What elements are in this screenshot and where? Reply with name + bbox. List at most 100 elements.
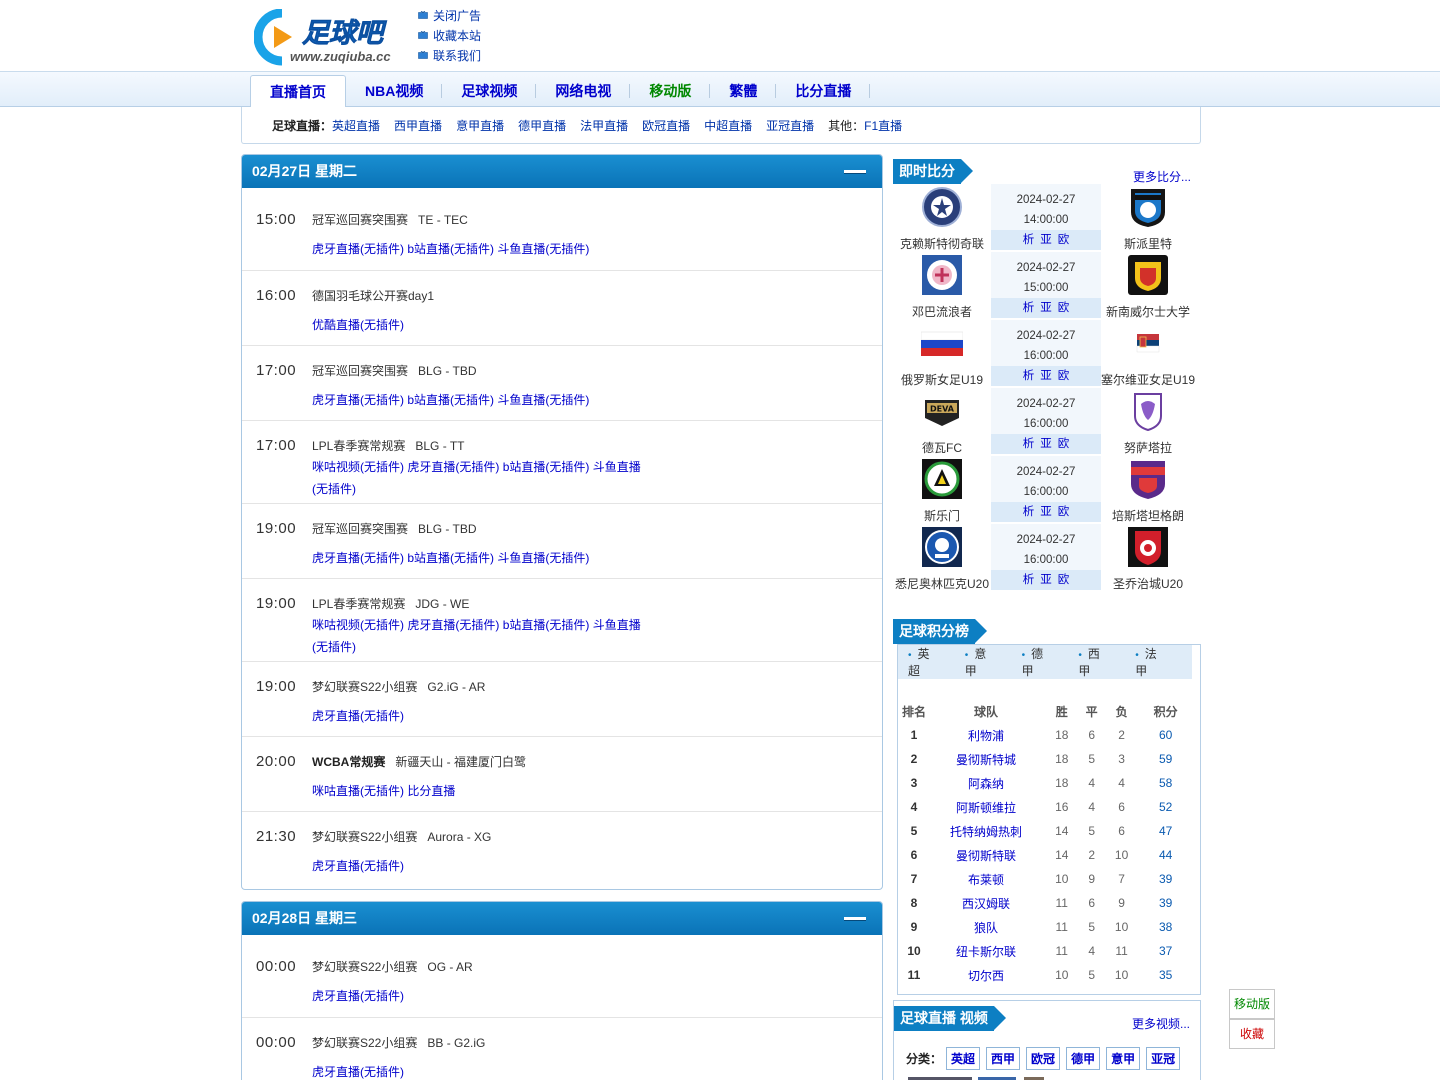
- asia-odds-link[interactable]: 亚: [1040, 370, 1058, 382]
- standings-cell-team[interactable]: 曼彻斯特联: [926, 843, 1046, 867]
- stream-link[interactable]: 斗鱼直播(无插件): [497, 551, 589, 565]
- euro-odds-link[interactable]: 欧: [1058, 302, 1076, 314]
- score-row[interactable]: 悉尼奥林匹克U20 2024-02-27 16:00:00 析亚欧 圣乔治城U2…: [895, 524, 1193, 592]
- nav-football-video[interactable]: 足球视频: [442, 75, 537, 107]
- score-row[interactable]: 邓巴流浪者 2024-02-27 15:00:00 析亚欧 新南威尔士大学: [895, 252, 1193, 320]
- stream-link[interactable]: 优酷直播(无插件): [312, 318, 404, 332]
- standings-tab-ligue1[interactable]: 法甲: [1135, 645, 1166, 679]
- float-mobile-button[interactable]: 移动版: [1229, 989, 1275, 1019]
- score-row[interactable]: 俄罗斯女足U19 2024-02-27 16:00:00 析亚欧 塞尔维亚女足U…: [895, 320, 1195, 388]
- standings-cell-team[interactable]: 纽卡斯尔联: [926, 939, 1046, 963]
- stream-link[interactable]: 虎牙直播(无插件): [312, 859, 404, 873]
- standings-cell-team[interactable]: 狼队: [926, 915, 1046, 939]
- standings-cell-team[interactable]: 阿斯顿维拉: [926, 795, 1046, 819]
- bookmark-site-link[interactable]: 收藏本站: [418, 25, 481, 45]
- nav-live-score[interactable]: 比分直播: [776, 75, 871, 107]
- nav-home[interactable]: 直播首页: [250, 75, 346, 108]
- tv-icon: [418, 30, 428, 39]
- away-team: 塞尔维亚女足U19: [1101, 320, 1195, 388]
- stream-link[interactable]: b站直播(无插件): [407, 393, 494, 407]
- standings-cell-team[interactable]: 托特纳姆热刺: [926, 819, 1046, 843]
- analysis-link[interactable]: 析: [1023, 438, 1041, 450]
- category-seriea[interactable]: 意甲: [1106, 1047, 1141, 1070]
- nav-traditional[interactable]: 繁體: [710, 75, 777, 107]
- nav-nba-video[interactable]: NBA视频: [346, 75, 443, 107]
- analysis-link[interactable]: 析: [1023, 506, 1041, 518]
- standings-cell-team[interactable]: 切尔西: [926, 963, 1046, 987]
- asia-odds-link[interactable]: 亚: [1040, 234, 1058, 246]
- nav-mobile[interactable]: 移动版: [630, 75, 711, 107]
- stream-link[interactable]: 咪咕直播(无插件): [312, 784, 404, 798]
- stream-link[interactable]: 虎牙直播(无插件): [312, 393, 404, 407]
- analysis-link[interactable]: 析: [1023, 234, 1041, 246]
- score-row[interactable]: DEVA 德瓦FC 2024-02-27 16:00:00 析亚欧 努萨塔拉: [895, 388, 1193, 456]
- asia-odds-link[interactable]: 亚: [1040, 302, 1058, 314]
- close-ads-link[interactable]: 关闭广告: [418, 5, 481, 25]
- category-laliga[interactable]: 西甲: [986, 1047, 1021, 1070]
- stream-link[interactable]: 虎牙直播(无插件): [312, 242, 404, 256]
- subnav-link-acl[interactable]: 亚冠直播: [766, 117, 814, 134]
- standings-cell-points: 59: [1158, 752, 1173, 766]
- subnav-link-ligue1[interactable]: 法甲直播: [580, 117, 628, 134]
- standings-tab-bundesliga[interactable]: 德甲: [1022, 645, 1053, 679]
- category-acl[interactable]: 亚冠: [1146, 1047, 1181, 1070]
- stream-link[interactable]: b站直播(无插件): [407, 551, 494, 565]
- game-match: Aurora - XG: [427, 830, 492, 844]
- stream-link[interactable]: 虎牙直播(无插件): [407, 460, 499, 474]
- standings-cell-team[interactable]: 利物浦: [926, 723, 1046, 747]
- team-crest-icon: [1128, 255, 1168, 295]
- stream-link[interactable]: 虎牙直播(无插件): [312, 1065, 404, 1079]
- stream-link[interactable]: 咪咕视频(无插件): [312, 460, 404, 474]
- collapse-icon[interactable]: [844, 170, 866, 173]
- analysis-link[interactable]: 析: [1023, 574, 1041, 586]
- analysis-link[interactable]: 析: [1023, 370, 1041, 382]
- euro-odds-link[interactable]: 欧: [1058, 574, 1076, 586]
- contact-us-link[interactable]: 联系我们: [418, 45, 481, 65]
- asia-odds-link[interactable]: 亚: [1040, 438, 1058, 450]
- stream-link[interactable]: 虎牙直播(无插件): [407, 618, 499, 632]
- site-logo[interactable]: 足球吧 www.zuqiuba.cc: [254, 9, 404, 67]
- subnav-link-f1[interactable]: F1直播: [864, 117, 902, 134]
- euro-odds-link[interactable]: 欧: [1058, 438, 1076, 450]
- standings-cell-team[interactable]: 曼彻斯特城: [926, 747, 1046, 771]
- stream-link[interactable]: 虎牙直播(无插件): [312, 551, 404, 565]
- euro-odds-link[interactable]: 欧: [1058, 506, 1076, 518]
- euro-odds-link[interactable]: 欧: [1058, 234, 1076, 246]
- category-ucl[interactable]: 欧冠: [1026, 1047, 1061, 1070]
- stream-link[interactable]: 咪咕视频(无插件): [312, 618, 404, 632]
- stream-link[interactable]: 虎牙直播(无插件): [312, 989, 404, 1003]
- stream-link[interactable]: b站直播(无插件): [503, 460, 590, 474]
- subnav-link-csl[interactable]: 中超直播: [704, 117, 752, 134]
- subnav-link-bundesliga[interactable]: 德甲直播: [518, 117, 566, 134]
- stream-link[interactable]: 斗鱼直播(无插件): [497, 242, 589, 256]
- live-scores-panel: 即时比分 更多比分... 克赖斯特彻奇联 2024-02-27 14:00:00…: [893, 154, 1201, 604]
- stream-link[interactable]: b站直播(无插件): [407, 242, 494, 256]
- asia-odds-link[interactable]: 亚: [1040, 506, 1058, 518]
- stream-link[interactable]: 比分直播: [407, 784, 455, 798]
- more-videos-link[interactable]: 更多视频...: [1132, 1015, 1190, 1032]
- nav-web-tv[interactable]: 网络电视: [536, 75, 631, 107]
- collapse-icon[interactable]: [844, 917, 866, 920]
- standings-cell-team[interactable]: 西汉姆联: [926, 891, 1046, 915]
- more-scores-link[interactable]: 更多比分...: [1133, 168, 1191, 185]
- euro-odds-link[interactable]: 欧: [1058, 370, 1076, 382]
- standings-tab-epl[interactable]: 英超: [908, 645, 939, 679]
- float-favorite-button[interactable]: 收藏: [1229, 1019, 1275, 1049]
- stream-link[interactable]: 斗鱼直播(无插件): [497, 393, 589, 407]
- stream-link[interactable]: b站直播(无插件): [503, 618, 590, 632]
- subnav-link-seriea[interactable]: 意甲直播: [456, 117, 504, 134]
- category-bundesliga[interactable]: 德甲: [1066, 1047, 1101, 1070]
- asia-odds-link[interactable]: 亚: [1040, 574, 1058, 586]
- stream-link[interactable]: 虎牙直播(无插件): [312, 709, 404, 723]
- subnav-link-laliga[interactable]: 西甲直播: [394, 117, 442, 134]
- category-epl[interactable]: 英超: [946, 1047, 981, 1070]
- standings-cell-team[interactable]: 布莱顿: [926, 867, 1046, 891]
- subnav-link-ucl[interactable]: 欧冠直播: [642, 117, 690, 134]
- score-row[interactable]: 克赖斯特彻奇联 2024-02-27 14:00:00 析亚欧 斯派里特: [895, 184, 1193, 252]
- subnav-link-epl[interactable]: 英超直播: [332, 117, 380, 134]
- standings-cell-team[interactable]: 阿森纳: [926, 771, 1046, 795]
- analysis-link[interactable]: 析: [1023, 302, 1041, 314]
- standings-tab-laliga[interactable]: 西甲: [1078, 645, 1109, 679]
- score-row[interactable]: 斯乐门 2024-02-27 16:00:00 析亚欧 培斯塔坦格朗: [895, 456, 1193, 524]
- standings-tab-seriea[interactable]: 意甲: [965, 645, 996, 679]
